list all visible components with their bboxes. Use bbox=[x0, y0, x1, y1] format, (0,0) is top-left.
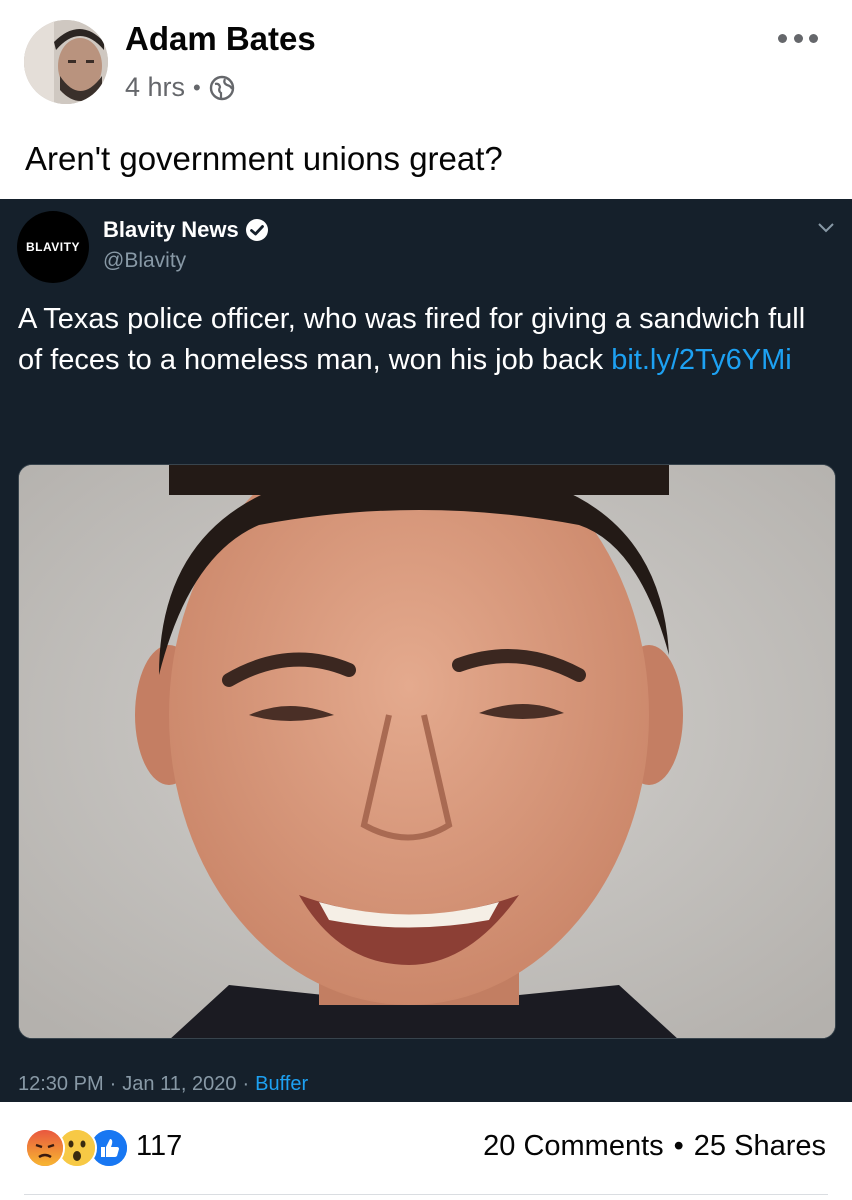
globe-icon[interactable] bbox=[209, 75, 235, 101]
reaction-icons[interactable] bbox=[25, 1128, 130, 1168]
tweet-avatar[interactable]: BLAVITY bbox=[17, 211, 89, 283]
dot bbox=[778, 33, 787, 43]
more-options-icon[interactable] bbox=[778, 28, 818, 48]
tweet-account-name[interactable]: Blavity News bbox=[103, 217, 269, 243]
tweet-date[interactable]: Jan 11, 2020 bbox=[122, 1073, 236, 1096]
tweet-photo[interactable] bbox=[18, 464, 836, 1039]
angry-icon bbox=[25, 1128, 65, 1168]
engagement-separator: • bbox=[673, 1130, 684, 1162]
tweet-link[interactable]: bit.ly/2Ty6YMi bbox=[611, 344, 792, 376]
author-name[interactable]: Adam Bates bbox=[125, 20, 316, 58]
shares-count[interactable]: 25 Shares bbox=[694, 1130, 826, 1163]
engagement-summary: 20 Comments • 25 Shares bbox=[483, 1130, 826, 1163]
post-header: Adam Bates 4 hrs • bbox=[0, 0, 852, 120]
dot bbox=[793, 33, 803, 43]
meta-separator: • bbox=[193, 74, 201, 100]
author-avatar[interactable] bbox=[24, 20, 108, 104]
embedded-tweet[interactable]: BLAVITY Blavity News @Blavity A Texas po… bbox=[0, 199, 852, 1102]
tweet-text: A Texas police officer, who was fired fo… bbox=[18, 299, 828, 381]
post-text: Aren't government unions great? bbox=[25, 140, 503, 177]
tweet-handle[interactable]: @Blavity bbox=[103, 249, 186, 273]
post-meta: 4 hrs • bbox=[125, 72, 235, 103]
comments-count[interactable]: 20 Comments bbox=[483, 1130, 664, 1163]
chevron-down-icon[interactable] bbox=[816, 221, 836, 235]
divider bbox=[24, 1194, 828, 1195]
dot bbox=[809, 33, 818, 43]
tweet-account-label: Blavity News bbox=[103, 217, 239, 242]
tweet-footer: 12:30 PM · Jan 11, 2020 · Buffer bbox=[18, 1073, 308, 1096]
post-time[interactable]: 4 hrs bbox=[125, 72, 185, 103]
footer-separator: · bbox=[242, 1073, 250, 1095]
verified-badge-icon bbox=[245, 218, 269, 242]
reactions-bar: 117 20 Comments • 25 Shares bbox=[0, 1102, 852, 1200]
tweet-time[interactable]: 12:30 PM bbox=[18, 1073, 104, 1096]
reaction-count[interactable]: 117 bbox=[136, 1130, 182, 1163]
footer-separator: · bbox=[109, 1073, 117, 1095]
tweet-source[interactable]: Buffer bbox=[255, 1073, 308, 1096]
